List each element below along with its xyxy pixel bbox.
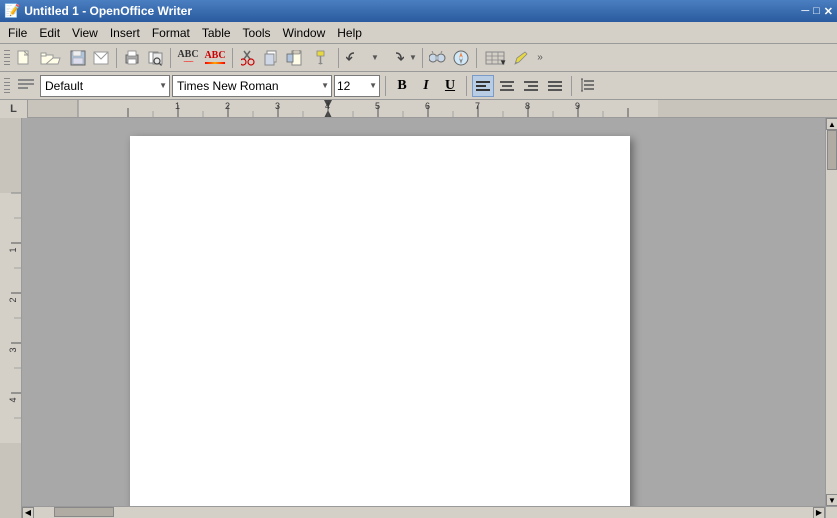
menu-view[interactable]: View xyxy=(66,24,104,42)
sep1 xyxy=(116,48,117,68)
more-tools-button[interactable]: » xyxy=(533,47,547,69)
svg-text:3: 3 xyxy=(8,347,18,352)
vertical-scrollbar[interactable]: ▲ ▼ xyxy=(825,118,837,506)
maximize-button[interactable]: □ xyxy=(813,5,820,17)
ruler-corner[interactable]: L xyxy=(0,100,28,118)
svg-text:4: 4 xyxy=(325,101,330,111)
bold-button[interactable]: B xyxy=(391,75,413,97)
underline-button[interactable]: U xyxy=(439,75,461,97)
horizontal-scrollbar[interactable]: ◀ ▶ xyxy=(22,506,825,518)
scrollbar-track xyxy=(826,130,837,494)
line-spacing-button[interactable] xyxy=(577,75,599,97)
redo-dropdown[interactable]: ▼ xyxy=(408,47,418,69)
svg-text:1: 1 xyxy=(8,247,18,252)
menu-insert[interactable]: Insert xyxy=(104,24,146,42)
toolbar1: ABC ~~~ ABC xyxy=(0,44,837,72)
new-doc-button[interactable] xyxy=(13,47,35,69)
h-scrollbar-track xyxy=(34,507,813,518)
find-button[interactable] xyxy=(427,47,449,69)
svg-text:9: 9 xyxy=(575,101,580,111)
spellcheck-button[interactable]: ABC ~~~ xyxy=(175,47,201,69)
h-scrollbar-thumb[interactable] xyxy=(54,507,114,517)
minimize-button[interactable]: ─ xyxy=(801,5,809,17)
format-paintbrush-button[interactable] xyxy=(312,47,334,69)
autocorrect-button[interactable]: ABC xyxy=(202,47,228,69)
sep6 xyxy=(476,48,477,68)
svg-text:4: 4 xyxy=(8,397,18,402)
justify-button[interactable] xyxy=(544,75,566,97)
svg-text:2: 2 xyxy=(8,297,18,302)
scrollbar-thumb[interactable] xyxy=(827,130,837,170)
paste-button[interactable] xyxy=(283,47,311,69)
undo-dropdown[interactable]: ▼ xyxy=(370,47,380,69)
copy-button[interactable] xyxy=(260,47,282,69)
insert-table-button[interactable]: ▼ xyxy=(481,47,509,69)
align-right-button[interactable] xyxy=(520,75,542,97)
formatting-toolbar: Default Times New Roman 12 B I U xyxy=(0,72,837,100)
svg-text:1: 1 xyxy=(175,101,180,111)
svg-text:7: 7 xyxy=(475,101,480,111)
draw-button[interactable] xyxy=(510,47,532,69)
window-title: Untitled 1 - OpenOffice Writer xyxy=(24,4,192,18)
svg-text:5: 5 xyxy=(375,101,380,111)
sep2 xyxy=(170,48,171,68)
menu-table[interactable]: Table xyxy=(196,24,237,42)
sep-fmt1 xyxy=(385,76,386,96)
scrollbar-left-button[interactable]: ◀ xyxy=(22,507,34,518)
sep5 xyxy=(422,48,423,68)
main-area: 1 2 3 4 ▲ ▼ xyxy=(0,118,837,518)
scrollbar-corner xyxy=(825,506,837,518)
ruler-corner-label: L xyxy=(10,103,17,115)
print-preview-button[interactable] xyxy=(144,47,166,69)
menu-edit[interactable]: Edit xyxy=(33,24,66,42)
save-button[interactable] xyxy=(67,47,89,69)
cut-button[interactable] xyxy=(237,47,259,69)
sep-fmt2 xyxy=(466,76,467,96)
sep3 xyxy=(232,48,233,68)
paragraph-styles-icon xyxy=(14,75,38,97)
document-page[interactable] xyxy=(130,136,630,516)
menu-format[interactable]: Format xyxy=(146,24,196,42)
undo-button[interactable] xyxy=(343,47,369,69)
toolbar2-grip xyxy=(4,76,10,96)
font-select-wrapper[interactable]: Times New Roman xyxy=(172,75,332,97)
ruler-container: L 1 2 3 xyxy=(0,100,837,118)
scrollbar-right-button[interactable]: ▶ xyxy=(813,507,825,518)
print-button[interactable] xyxy=(121,47,143,69)
scrollbar-up-button[interactable]: ▲ xyxy=(826,118,837,130)
style-select-wrapper[interactable]: Default xyxy=(40,75,170,97)
sep4 xyxy=(338,48,339,68)
open-button[interactable] xyxy=(36,47,66,69)
close-button[interactable]: ✕ xyxy=(824,5,833,18)
scrollbar-down-button[interactable]: ▼ xyxy=(826,494,837,506)
toolbar-grip xyxy=(4,48,10,68)
redo-button[interactable] xyxy=(381,47,407,69)
svg-text:2: 2 xyxy=(225,101,230,111)
menu-help[interactable]: Help xyxy=(331,24,368,42)
menu-window[interactable]: Window xyxy=(277,24,332,42)
menu-file[interactable]: File xyxy=(2,24,33,42)
style-select[interactable]: Default xyxy=(40,75,170,97)
vertical-ruler: 1 2 3 4 xyxy=(0,118,22,518)
horizontal-ruler: 1 2 3 4 5 6 7 xyxy=(28,100,837,117)
size-select[interactable]: 12 xyxy=(334,75,380,97)
menu-bar: File Edit View Insert Format Table Tools… xyxy=(0,22,837,44)
font-select[interactable]: Times New Roman xyxy=(172,75,332,97)
size-select-wrapper[interactable]: 12 xyxy=(334,75,380,97)
menu-tools[interactable]: Tools xyxy=(237,24,277,42)
align-center-button[interactable] xyxy=(496,75,518,97)
italic-button[interactable]: I xyxy=(415,75,437,97)
app-icon: 📝 xyxy=(4,3,20,19)
document-area[interactable]: ▲ ▼ ◀ ▶ xyxy=(22,118,837,518)
email-button[interactable] xyxy=(90,47,112,69)
navigator-button[interactable] xyxy=(450,47,472,69)
title-bar: 📝 Untitled 1 - OpenOffice Writer ─ □ ✕ xyxy=(0,0,837,22)
sep-fmt3 xyxy=(571,76,572,96)
svg-text:8: 8 xyxy=(525,101,530,111)
svg-text:3: 3 xyxy=(275,101,280,111)
align-left-button[interactable] xyxy=(472,75,494,97)
svg-text:6: 6 xyxy=(425,101,430,111)
